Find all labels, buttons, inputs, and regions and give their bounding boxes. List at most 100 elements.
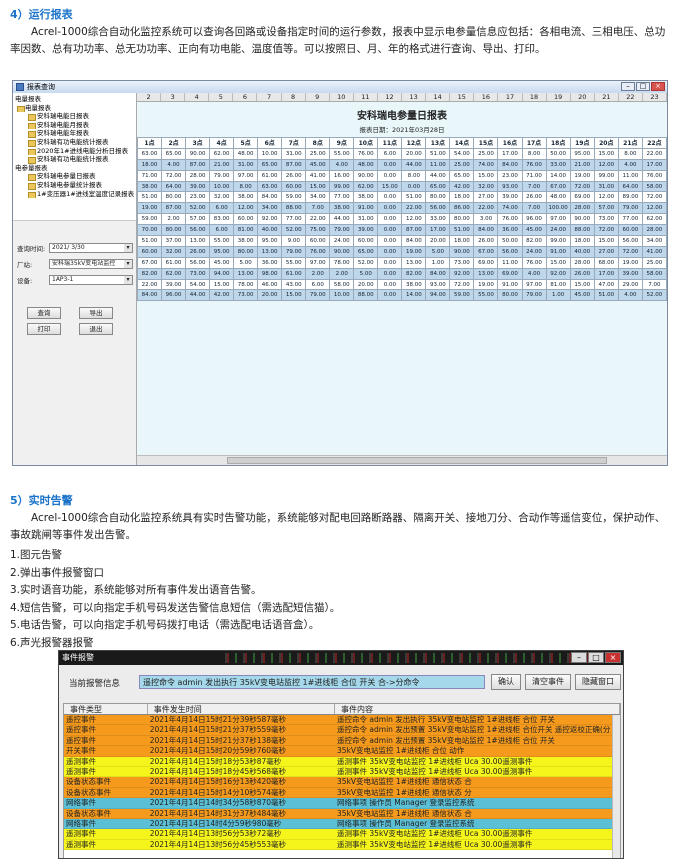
table-cell: 38.00: [401, 278, 427, 291]
table-cell: 50.00: [545, 147, 571, 160]
close-icon[interactable]: ×: [651, 82, 665, 91]
table-cell: 88.00: [281, 202, 307, 215]
table-row: 51.00 37.00 13.00 55.00 38.00 95.00 9.00 60.00 2…: [137, 235, 667, 247]
query-button[interactable]: 查询: [27, 307, 61, 319]
table-cell: 5.00: [353, 267, 379, 280]
table-cell: 56.00: [497, 245, 523, 258]
tree-item[interactable]: 电量报表: [15, 95, 134, 104]
factory-select[interactable]: 安科瑞35kV变电站监控: [49, 259, 133, 269]
tree-item[interactable]: 1#变压器1#进线室温度记录报表: [15, 190, 134, 199]
table-cell: 4.00: [161, 158, 187, 171]
tree-item[interactable]: 电量报表: [15, 104, 134, 113]
table-cell: 6.00: [377, 147, 403, 160]
confirm-button[interactable]: 确认: [491, 674, 521, 690]
hide-window-button[interactable]: 隐藏窗口: [575, 674, 621, 690]
table-cell: 14.00: [401, 289, 427, 302]
alarm-event-row[interactable]: 遥测事件 2021年4月14日13时56分53秒72毫秒 遥测事件 35kV变电站监…: [64, 829, 620, 840]
table-cell: 38.00: [329, 202, 355, 215]
table-cell: 2.00: [161, 213, 187, 226]
table-cell: 8.00: [521, 147, 547, 160]
table-cell: 1.00: [545, 289, 571, 302]
tree-item[interactable]: 安科瑞电能日报表: [15, 112, 134, 121]
column-number: 6: [233, 93, 258, 101]
alarm-event-row[interactable]: 设备状态事件 2021年4月14日14时31分37秒484毫秒 35kV变电站监控 …: [64, 808, 620, 819]
table-cell: 55.00: [473, 289, 499, 302]
table-row: 71.00 72.00 28.00 79.00 97.00 61.00 26.00 41.00…: [137, 169, 667, 182]
table-header-cell: 14点: [449, 137, 475, 149]
table-cell: 26.00: [569, 267, 595, 280]
tree-item[interactable]: 安科瑞电能年报表: [15, 129, 134, 138]
table-cell: 56.00: [185, 256, 211, 269]
header-event-time[interactable]: 事件发生时间: [148, 704, 336, 714]
table-cell: 69.00: [473, 256, 499, 269]
alarm-event-row[interactable]: 遥测事件 2021年4月14日15时18分45秒568毫秒 遥测事件 35kV变电站…: [64, 766, 620, 778]
alarm-event-list: 事件类型 事件发生时间 事件内容 遥控事件 2021年4月14日15时21分39秒…: [63, 703, 621, 858]
event-time: 2021年4月14日14时34分58秒870毫秒: [149, 798, 287, 808]
alarm-event-row[interactable]: 遥测事件 2021年4月14日13时56分45秒553毫秒 遥测事件 35kV变电站…: [64, 839, 620, 851]
alarm-event-row[interactable]: 开关事件 2021年4月14日15时20分59秒760毫秒 35kV变电站监控 1#…: [64, 746, 620, 757]
table-cell: 76.00: [521, 158, 547, 171]
column-number: 4: [185, 93, 210, 101]
tree-item[interactable]: 2020年1#进线电能分析日报表: [15, 147, 134, 156]
table-cell: 64.00: [617, 180, 643, 193]
table-cell: 79.00: [521, 289, 547, 302]
alarm-event-row[interactable]: 遥测事件 2021年4月14日15时18分53秒87毫秒 遥测事件 35kV变电站监…: [64, 756, 620, 767]
table-cell: 72.00: [617, 245, 643, 258]
table-cell: 42.00: [209, 289, 235, 302]
table-cell: 84.00: [473, 224, 499, 237]
table-header-cell: 4点: [209, 137, 235, 149]
table-header-row: 1点 2点 3点 4点 5点 6点 7点 8点 9点 10点 11点 12点 13点 14点 15点 16点 1…: [137, 137, 667, 149]
table-cell: 28.00: [569, 202, 595, 215]
header-event-content[interactable]: 事件内容: [335, 704, 620, 714]
alarm-event-row[interactable]: 遥控事件 2021年4月14日15时21分37秒138毫秒 遥控命令 admin 发…: [64, 735, 620, 747]
alarm-event-row[interactable]: 网络事件 2021年4月14日14时34分58秒870毫秒 网络事项 操作员 Man…: [64, 798, 620, 809]
print-button[interactable]: 打印: [27, 323, 61, 335]
column-number: 16: [474, 93, 499, 101]
alarm-event-row[interactable]: 网络事件 2021年4月14日14时4分59秒980毫秒 网络事项 操作员 Mana…: [64, 818, 620, 830]
report-horizontal-scrollbar[interactable]: [137, 455, 667, 465]
table-cell: 88.00: [569, 224, 595, 237]
date-picker[interactable]: 2021/ 3/30: [49, 243, 133, 253]
table-cell: 45.00: [305, 158, 331, 171]
table-cell: 12.00: [401, 213, 427, 226]
table-cell: 97.00: [545, 213, 571, 226]
column-number: 10: [330, 93, 354, 101]
close-icon[interactable]: ×: [605, 652, 621, 663]
clear-events-button[interactable]: 清空事件: [525, 674, 571, 690]
table-cell: 4.00: [521, 267, 547, 280]
table-header-cell: 17点: [521, 137, 547, 149]
device-select[interactable]: 1AP3-1: [49, 275, 133, 285]
event-time: 2021年4月14日14时31分37秒484毫秒: [149, 808, 287, 818]
header-event-type[interactable]: 事件类型: [64, 704, 148, 714]
alarm-feature-item: 6.声光报警器报警: [10, 636, 94, 649]
tree-item[interactable]: 电参量报表: [15, 164, 134, 173]
event-time: 2021年4月14日15时16分13秒420毫秒: [149, 777, 287, 787]
export-button[interactable]: 导出: [79, 307, 113, 319]
tree-item[interactable]: 安科瑞电参量统计报表: [15, 181, 134, 190]
minimize-icon[interactable]: –: [571, 652, 587, 663]
table-row: 82.00 62.00 73.00 94.00 13.00 98.00 61.00 2.00 2…: [137, 267, 667, 280]
alarm-event-row[interactable]: 遥控事件 2021年4月14日15时21分39秒587毫秒 遥控命令 admin 发…: [64, 715, 620, 726]
minimize-icon[interactable]: –: [621, 82, 635, 91]
table-cell: 84.00: [257, 191, 283, 204]
date-label: 查询时间:: [17, 245, 46, 253]
alarm-event-row[interactable]: 遥控事件 2021年4月14日15时21分37秒559毫秒 遥控命令 admin 发…: [64, 725, 620, 736]
table-cell: 1.00: [425, 256, 451, 269]
exit-button[interactable]: 退出: [79, 323, 113, 335]
table-cell: 79.00: [281, 245, 307, 258]
alarm-list-scrollbar[interactable]: [612, 715, 620, 858]
table-row: 63.00 65.00 90.00 62.00 48.00 10.00 31.00 25.00…: [137, 147, 667, 160]
column-number: 22: [619, 93, 643, 101]
maximize-icon[interactable]: □: [588, 652, 604, 663]
tree-item[interactable]: 安科瑞电参量日报表: [15, 172, 134, 181]
tree-item[interactable]: 安科瑞有功电能统计报表: [15, 155, 134, 164]
tree-item[interactable]: 安科瑞电能月报表: [15, 121, 134, 130]
event-content: 35kV变电站监控 1#进线柜 通信状态 合: [337, 808, 472, 818]
table-cell: 80.00: [161, 191, 187, 204]
table-cell: 54.00: [449, 147, 475, 160]
scrollbar-thumb[interactable]: [227, 457, 607, 464]
alarm-event-row[interactable]: 设备状态事件 2021年4月14日15时14分10秒574毫秒 35kV变电站监控 …: [64, 787, 620, 799]
tree-item[interactable]: 安科瑞有功电能统计报表: [15, 138, 134, 147]
maximize-icon[interactable]: □: [636, 82, 650, 91]
alarm-event-row[interactable]: 设备状态事件 2021年4月14日15时16分13秒420毫秒 35kV变电站监控 …: [64, 777, 620, 788]
